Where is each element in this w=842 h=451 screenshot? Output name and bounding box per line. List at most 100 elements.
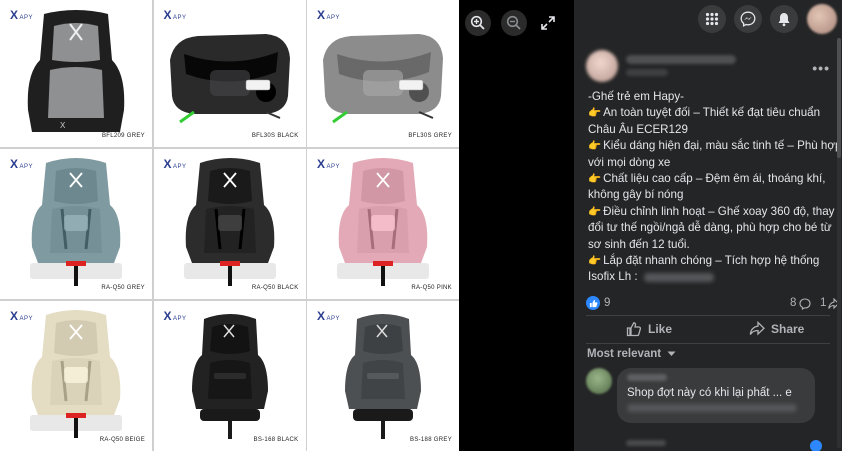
model-label: RA-Q50 GREY <box>101 285 145 291</box>
zoom-out-button[interactable] <box>501 10 527 36</box>
comment-text-redacted <box>627 404 797 412</box>
post-line-text: An toàn tuyệt đối – Thiết kế đạt tiêu ch… <box>603 106 821 120</box>
messenger-button[interactable] <box>734 5 762 33</box>
comment-meta-redacted[interactable] <box>626 440 666 446</box>
fullscreen-button[interactable] <box>539 14 557 32</box>
share-button[interactable]: Share <box>749 321 804 336</box>
like-button-label: Like <box>648 322 673 336</box>
post-line: Isofix Lh : <box>588 269 832 285</box>
share-count[interactable]: 1 <box>820 297 826 309</box>
like-count[interactable]: 9 <box>604 297 610 309</box>
comment-sort-label: Most relevant <box>587 348 662 360</box>
post-line: Châu Âu ECER129 <box>588 122 832 138</box>
menu-button[interactable] <box>698 5 726 33</box>
account-avatar[interactable] <box>807 4 837 34</box>
phone-number-redacted <box>643 272 714 282</box>
thumbs-up-icon <box>626 322 642 337</box>
model-label: BFL209 GREY <box>102 133 145 139</box>
zoom-in-icon <box>470 15 485 30</box>
brand-logo: XAPY <box>10 8 34 22</box>
more-options-icon[interactable]: ••• <box>812 60 830 76</box>
author-name-redacted[interactable] <box>626 55 736 64</box>
post-line: 👉 Chất liệu cao cấp – Đệm êm ái, thoáng k… <box>588 171 832 187</box>
post-author <box>586 50 836 86</box>
comment-text: Shop đợt này có khi lại phất ... e <box>627 387 792 399</box>
like-button[interactable]: Like <box>626 321 672 337</box>
post-line-text: Isofix Lh : <box>588 270 638 284</box>
brand-logo: XAPY <box>163 8 187 22</box>
model-label: RA-Q50 PINK <box>411 285 452 291</box>
pointing-hand-icon: 👉 <box>588 255 602 268</box>
pointing-hand-icon: 👉 <box>588 173 602 186</box>
post-line: sơ sinh đến 12 tuổi. <box>588 237 832 253</box>
model-label: BFL30S BLACK <box>251 133 299 139</box>
post-line: 👉 Lắp đặt nhanh chóng – Tích hợp hệ thống <box>588 253 832 269</box>
pointing-hand-icon: 👉 <box>588 140 602 153</box>
post-line-text: Chất liệu cao cấp – Đệm êm ái, thoáng kh… <box>603 172 826 186</box>
post-line: không gây bí nóng <box>588 187 832 203</box>
zoom-out-icon <box>506 15 521 30</box>
post-line-text: Kiểu dáng hiện đại, màu sắc tinh tế – Ph… <box>603 139 842 153</box>
collage-tile: XAPY RA-Q50 PINK <box>307 149 459 299</box>
author-avatar[interactable] <box>586 50 618 82</box>
share-icon <box>749 321 765 336</box>
pointing-hand-icon: 👉 <box>588 107 602 120</box>
comment-like-icon <box>810 440 822 451</box>
reaction-summary[interactable]: 9 8 1 <box>586 296 839 312</box>
comment-sort-dropdown[interactable]: Most relevant <box>587 348 676 360</box>
top-bar <box>574 0 842 38</box>
commenter-name-redacted[interactable] <box>627 374 667 381</box>
collage-tile: XAPY BS-168 BLACK <box>153 301 306 451</box>
brand-logo: XAPY <box>317 8 341 22</box>
collage-tile: XAPY BFL30S BLACK <box>153 0 306 147</box>
post-line: 👉 Kiểu dáng hiện đại, màu sắc tinh tế – P… <box>588 138 841 154</box>
comment-item: Shop đợt này có khi lại phất ... e <box>586 368 836 451</box>
collage-tile: XAPY BFL30S GREY <box>307 0 459 147</box>
viewer-toolbar <box>463 10 573 38</box>
divider-top <box>586 315 830 316</box>
model-label: RA-Q50 BLACK <box>251 285 299 291</box>
share-button-label: Share <box>771 321 805 336</box>
collage-tile: XAPY RA-Q50 BEIGE <box>0 301 152 451</box>
commenter-avatar[interactable] <box>586 368 612 394</box>
brand-logo: XAPY <box>163 309 187 323</box>
model-label: RA-Q50 BEIGE <box>99 437 145 443</box>
model-label: BFL30S GREY <box>408 133 452 139</box>
collage-tile: XAPY RA-Q50 BLACK <box>153 149 306 299</box>
messenger-icon <box>740 11 756 27</box>
app-root: X XAPY BFL209 GREY XAPY BFL30S BLACK XAP… <box>0 0 842 451</box>
brand-logo: XAPY <box>163 157 187 171</box>
zoom-in-button[interactable] <box>465 10 491 36</box>
collage-tile: X XAPY BFL209 GREY <box>0 0 152 147</box>
brand-logo: XAPY <box>10 309 34 323</box>
post-line: đổi tư thế ngồi/ngả dễ dàng, phù hợp cho… <box>588 220 832 236</box>
post-panel: ••• -Ghế trẻ em Hapy- 👉 An toàn tuyệt đối … <box>574 0 842 451</box>
model-label: BS-168 BLACK <box>253 437 299 443</box>
brand-logo: XAPY <box>317 309 341 323</box>
post-line-text: đổi tư thế ngồi/ngả dễ dàng, phù hợp cho… <box>588 221 832 235</box>
comment-bubble: Shop đợt này có khi lại phất ... e <box>617 368 815 423</box>
post-line: 👉 An toàn tuyệt đối – Thiết kế đạt tiêu c… <box>588 105 832 121</box>
post-time-redacted <box>626 69 668 76</box>
collage-tile: XAPY BS-188 GREY <box>307 301 459 451</box>
comment-icon <box>799 298 811 310</box>
collage-tile: XAPY RA-Q50 GREY <box>0 149 152 299</box>
post-line: 👉 Điều chỉnh linh hoạt – Ghế xoay 360 độ,… <box>588 204 834 220</box>
scrollbar[interactable] <box>837 38 841 448</box>
divider-bottom <box>586 343 830 344</box>
chevron-down-icon <box>667 351 676 356</box>
post-line: với mọi dòng xe <box>588 155 832 171</box>
svg-text:X: X <box>60 121 66 130</box>
brand-logo: XAPY <box>317 157 341 171</box>
notifications-button[interactable] <box>770 5 798 33</box>
post-line-text: sơ sinh đến 12 tuổi. <box>588 237 690 251</box>
post-body: -Ghế trẻ em Hapy- 👉 An toàn tuyệt đối – Th… <box>588 89 841 286</box>
like-reaction-icon <box>586 296 600 310</box>
product-collage-image[interactable]: X XAPY BFL209 GREY XAPY BFL30S BLACK XAP… <box>0 0 459 451</box>
model-label: BS-188 GREY <box>410 437 452 443</box>
grid-menu-icon <box>705 12 719 26</box>
expand-icon <box>541 16 555 30</box>
comment-count[interactable]: 8 <box>790 297 796 309</box>
post-line-text: -Ghế trẻ em Hapy- <box>588 90 684 103</box>
brand-logo: XAPY <box>10 157 34 171</box>
